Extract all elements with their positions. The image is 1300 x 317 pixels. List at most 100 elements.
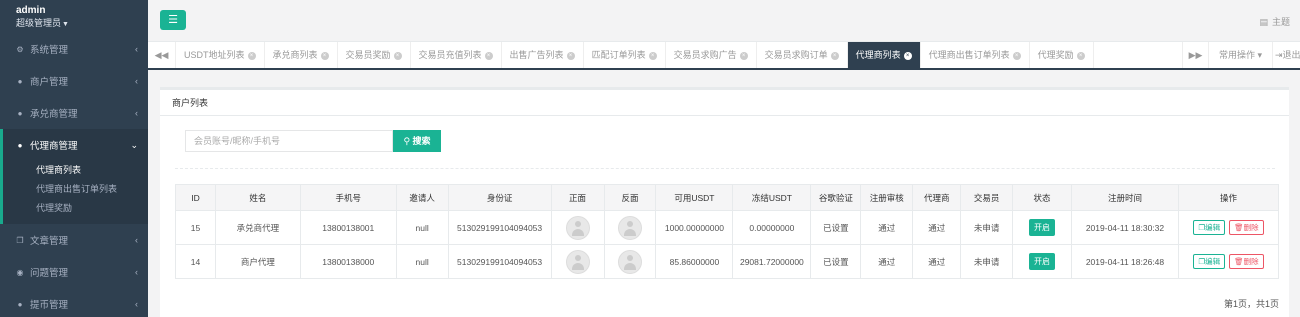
cell-review: 通过 xyxy=(860,210,914,245)
user-box[interactable]: admin 超级管理员▼ xyxy=(0,0,148,33)
delete-button[interactable]: 🗑删除 xyxy=(1229,220,1264,235)
search-input[interactable] xyxy=(185,130,393,152)
id-front-image[interactable] xyxy=(565,215,590,240)
tab-agent-sell-orders[interactable]: 代理商出售订单列表 × xyxy=(921,42,1030,68)
cell-google: 已设置 xyxy=(810,244,862,279)
merchant-table: ID 姓名 手机号 邀请人 身份证 正面 反面 可用USDT 冻结USDT 谷歌… xyxy=(175,184,1280,279)
close-icon[interactable]: × xyxy=(1076,51,1085,60)
theme-button[interactable]: ▤ 主题 xyxy=(1259,15,1290,28)
cell-name: 商户代理 xyxy=(214,244,301,279)
cell-status: 开启 xyxy=(1012,210,1073,245)
tab-sell-ads[interactable]: 出售广告列表 × xyxy=(502,42,584,68)
sidebar-item-acceptor[interactable]: ● 承兑商管理 ‹ xyxy=(0,97,148,129)
tab-ops-dropdown[interactable]: 常用操作 ▾ xyxy=(1208,42,1272,68)
cell-trader: 未申请 xyxy=(960,210,1014,245)
close-icon[interactable]: × xyxy=(1012,51,1021,60)
tab-trader-buy-ads[interactable]: 交易员求购广告 × xyxy=(666,42,757,68)
chevron-left-icon: ‹ xyxy=(135,299,138,309)
id-back-image[interactable] xyxy=(617,249,642,274)
cell-actions: ❐编辑 🗑删除 xyxy=(1177,210,1280,245)
close-icon[interactable]: × xyxy=(648,51,657,60)
sidebar-item-system[interactable]: ⚙ 系统管理 ‹ xyxy=(0,33,148,65)
sidebar: admin 超级管理员▼ ⚙ 系统管理 ‹ ● 商户管理 ‹ ● 承兑商管理 ‹… xyxy=(0,0,148,317)
sub-item-agent-sell-orders[interactable]: 代理商出售订单列表 xyxy=(3,180,148,199)
sidebar-item-merchant[interactable]: ● 商户管理 ‹ xyxy=(0,65,148,97)
col-review: 注册审核 xyxy=(860,184,914,211)
close-icon[interactable]: × xyxy=(830,51,839,60)
id-front-image[interactable] xyxy=(565,249,590,274)
tabs-bar: ◀◀ USDT地址列表 × 承兑商列表 × 交易员奖励 × 交易员充值列表 × 出售广告… xyxy=(148,42,1300,70)
cell-google: 已设置 xyxy=(810,210,862,245)
divider xyxy=(175,168,1275,169)
close-icon[interactable]: × xyxy=(739,51,748,60)
cell-id: 15 xyxy=(175,210,216,245)
sub-item-agent-list[interactable]: 代理商列表 xyxy=(3,161,148,180)
cell-idcard: 513029199104094053 xyxy=(447,244,552,279)
col-trader: 交易员 xyxy=(960,184,1014,211)
close-icon[interactable]: × xyxy=(484,51,493,60)
cell-trader: 未申请 xyxy=(960,244,1014,279)
close-icon[interactable]: × xyxy=(566,51,575,60)
menu-toggle-button[interactable]: ☰ xyxy=(160,10,186,30)
chevron-left-icon: ‹ xyxy=(135,108,138,118)
hamburger-icon: ☰ xyxy=(168,14,178,26)
sidebar-item-article[interactable]: ❐ 文章管理 ‹ xyxy=(0,224,148,256)
logout-button[interactable]: ⇥退出 xyxy=(1272,42,1300,68)
tab-usdt-address[interactable]: USDT地址列表 × xyxy=(176,42,265,68)
topbar: ☰ ▤ 主题 xyxy=(148,0,1300,42)
table-header-row: ID 姓名 手机号 邀请人 身份证 正面 反面 可用USDT 冻结USDT 谷歌… xyxy=(175,184,1280,211)
cell-frozen: 29081.72000000 xyxy=(732,244,812,279)
col-time: 注册时间 xyxy=(1071,184,1179,211)
cell-available: 85.86000000 xyxy=(655,244,734,279)
sidebar-item-question[interactable]: ◉ 问题管理 ‹ xyxy=(0,256,148,288)
sidebar-item-agent[interactable]: ● 代理商管理 ⌄ xyxy=(0,129,148,161)
user-icon: ● xyxy=(17,108,23,118)
close-icon[interactable]: × xyxy=(320,51,329,60)
cell-agent: 通过 xyxy=(912,244,962,279)
status-badge[interactable]: 开启 xyxy=(1029,219,1056,236)
cell-back xyxy=(603,210,657,245)
col-phone: 手机号 xyxy=(299,184,397,211)
tab-trader-recharge[interactable]: 交易员充值列表 × xyxy=(411,42,502,68)
col-back: 反面 xyxy=(603,184,657,211)
search-button[interactable]: ⚲ 搜索 xyxy=(393,130,441,152)
agent-submenu: 代理商列表 代理商出售订单列表 代理奖励 xyxy=(0,161,148,224)
sidebar-item-withdraw[interactable]: ● 提币管理 ‹ xyxy=(0,288,148,317)
edit-button[interactable]: ❐编辑 xyxy=(1193,220,1226,235)
list-icon: ▤ xyxy=(1259,17,1268,27)
caret-down-icon: ▾ xyxy=(1257,50,1263,60)
close-icon[interactable]: × xyxy=(247,51,256,60)
chevron-left-icon: ‹ xyxy=(135,76,138,86)
tab-trader-reward[interactable]: 交易员奖励 × xyxy=(338,42,411,68)
user-icon: ● xyxy=(17,299,23,309)
tabs-scroll-right-button[interactable]: ▶▶ xyxy=(1182,42,1208,68)
col-inviter: 邀请人 xyxy=(395,184,449,211)
tab-match-orders[interactable]: 匹配订单列表 × xyxy=(584,42,666,68)
id-back-image[interactable] xyxy=(617,215,642,240)
status-badge[interactable]: 开启 xyxy=(1029,253,1056,270)
cell-review: 通过 xyxy=(860,244,914,279)
tabs-scroll-left-button[interactable]: ◀◀ xyxy=(148,42,176,68)
tab-agent-reward[interactable]: 代理奖励 × xyxy=(1030,42,1094,68)
cell-inviter: null xyxy=(395,244,449,279)
trash-icon: 🗑 xyxy=(1234,257,1244,266)
pagination-info: 第1页，共1页 xyxy=(1223,299,1279,309)
close-icon[interactable]: × xyxy=(903,51,912,60)
double-chevron-right-icon: ▶▶ xyxy=(1188,50,1203,60)
edit-button[interactable]: ❐编辑 xyxy=(1193,254,1226,269)
cell-actions: ❐编辑 🗑删除 xyxy=(1177,244,1280,279)
cell-phone: 13800138001 xyxy=(299,210,397,245)
tab-acceptor-list[interactable]: 承兑商列表 × xyxy=(265,42,338,68)
tab-agent-list[interactable]: 代理商列表 × xyxy=(847,42,921,68)
sub-item-agent-reward[interactable]: 代理奖励 xyxy=(3,199,148,218)
user-role-dropdown[interactable]: 超级管理员▼ xyxy=(16,17,148,31)
table-row: 15 承兑商代理 13800138001 null 51302919910409… xyxy=(175,210,1280,245)
delete-button[interactable]: 🗑删除 xyxy=(1229,254,1264,269)
tabs: USDT地址列表 × 承兑商列表 × 交易员奖励 × 交易员充值列表 × 出售广告列表 ×… xyxy=(176,42,1094,68)
gear-icon: ⚙ xyxy=(16,44,24,54)
user-name: admin xyxy=(16,5,46,16)
close-icon[interactable]: × xyxy=(393,51,402,60)
cell-phone: 13800138000 xyxy=(299,244,397,279)
tab-trader-buy-orders[interactable]: 交易员求购订单 × xyxy=(757,42,848,68)
cell-time: 2019-04-11 18:30:32 xyxy=(1071,210,1179,245)
